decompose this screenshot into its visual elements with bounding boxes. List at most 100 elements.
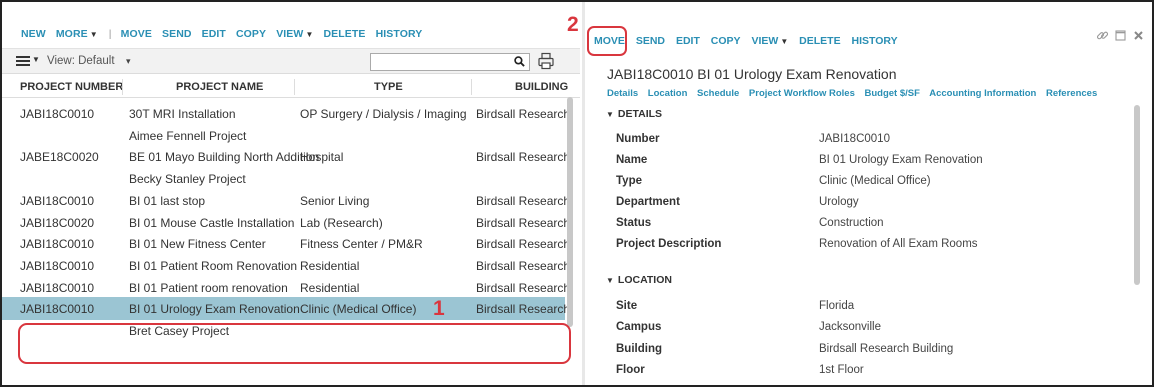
cell-building: Birdsall Research	[476, 258, 571, 273]
table-row[interactable]: Becky Stanley Project	[2, 167, 565, 190]
copy-button[interactable]: COPY	[711, 35, 741, 47]
table-row[interactable]: JABI18C0010 BI 01 Urology Exam Renovation…	[2, 297, 570, 321]
field-value: 1st Floor	[819, 363, 864, 376]
new-button[interactable]: NEW	[21, 28, 46, 40]
field-value: BI 01 Urology Exam Renovation	[819, 154, 983, 166]
move-button[interactable]: MOVE	[121, 28, 152, 40]
cell-building: Birdsall Research	[476, 150, 571, 165]
list-toolbar: NEW MORE ▼ | MOVE SEND EDIT COPY VIEW ▼ DE…	[21, 28, 429, 40]
copy-button[interactable]: COPY	[236, 28, 266, 40]
delete-button[interactable]: DELETE	[324, 28, 366, 40]
toolbar-divider: |	[108, 28, 112, 40]
cell-project-name: Becky Stanley Project	[129, 172, 246, 187]
detail-toolbar: MOVE SEND EDIT COPY VIEW ▼ DELETE HISTORY	[594, 35, 906, 47]
table-row[interactable]: JABI18C0010 30T MRI Installation OP Surger…	[2, 102, 570, 125]
field-label: Campus	[616, 321, 662, 334]
maximize-icon[interactable]	[1115, 30, 1126, 41]
tab-schedule[interactable]: Schedule	[697, 88, 739, 99]
send-button[interactable]: SEND	[162, 28, 192, 40]
details-section-header[interactable]: ▼ DETAILS	[606, 108, 662, 120]
close-icon[interactable]	[1133, 30, 1144, 41]
caret-down-icon: ▼	[305, 30, 314, 39]
tab-project-workflow-roles[interactable]: Project Workflow Roles	[749, 88, 855, 99]
tab-budget-per-sf[interactable]: Budget $/SF	[865, 88, 920, 99]
field-value: Florida	[819, 300, 855, 312]
callout-number-1: 1	[433, 297, 445, 320]
field-value: Urology	[819, 196, 859, 208]
edit-button[interactable]: EDIT	[202, 28, 226, 40]
tab-accounting-information[interactable]: Accounting Information	[929, 88, 1036, 99]
table-row[interactable]: JABE18C0020 BE 01 Mayo Building North Add…	[2, 145, 570, 168]
cell-type: Lab (Research)	[300, 215, 383, 230]
view-selector[interactable]: View: Default	[47, 55, 115, 67]
column-header-type[interactable]: TYPE	[374, 81, 403, 93]
cell-project-number: JABI18C0010	[20, 193, 95, 208]
column-divider	[471, 79, 472, 95]
search-input[interactable]	[370, 53, 530, 71]
hamburger-menu-icon[interactable]	[16, 56, 30, 67]
cell-type: Residential	[300, 280, 360, 295]
search-icon[interactable]	[514, 56, 525, 67]
collapse-triangle-icon: ▼	[606, 276, 614, 285]
history-button[interactable]: HISTORY	[376, 28, 423, 40]
column-header-building[interactable]: BUILDING	[515, 81, 568, 93]
field-value: Birdsall Research Building	[819, 342, 954, 355]
table-row[interactable]: JABI18C0010 BI 01 Patient Room Renovation…	[2, 254, 570, 277]
link-icon[interactable]	[1096, 29, 1109, 42]
table-row[interactable]: Aimee Fennell Project	[2, 124, 565, 147]
field-label: Floor	[616, 363, 645, 376]
printer-icon[interactable]	[537, 52, 555, 70]
cell-project-number: JABI18C0020	[20, 215, 95, 230]
field-label: Number	[616, 133, 660, 145]
collapse-triangle-icon: ▼	[606, 110, 614, 119]
field-value: JABI18C0010	[819, 133, 890, 145]
cell-project-name: BE 01 Mayo Building North Addition	[129, 150, 320, 165]
details-section-label: DETAILS	[617, 108, 663, 120]
edit-button[interactable]: EDIT	[676, 35, 700, 47]
column-header-project-name[interactable]: PROJECT NAME	[176, 81, 263, 93]
cell-building: Birdsall Research	[476, 193, 571, 208]
table-row[interactable]: JABI18C0010 BI 01 New Fitness Center Fitne…	[2, 232, 570, 255]
view-bar: ▼ View: Default ▾	[2, 48, 580, 74]
field-label: Project Description	[616, 238, 722, 250]
table-row[interactable]: JABI18C0010 BI 01 last stop Senior Living B…	[2, 189, 570, 212]
field-label: Name	[616, 154, 648, 166]
chevron-down-icon[interactable]: ▾	[126, 56, 131, 67]
cell-project-number: JABI18C0010	[20, 280, 95, 295]
caret-down-icon[interactable]: ▼	[32, 55, 40, 64]
field-value: Clinic (Medical Office)	[819, 175, 931, 187]
tab-location[interactable]: Location	[648, 88, 688, 99]
table-row[interactable]: JABI18C0020 BI 01 Mouse Castle Installati…	[2, 211, 570, 234]
cell-building: Birdsall Research	[476, 280, 571, 295]
location-section-header[interactable]: ▼ LOCATION	[606, 274, 672, 286]
cell-building: Birdsall Research	[476, 237, 571, 252]
send-button[interactable]: SEND	[636, 35, 665, 47]
more-label: MORE	[55, 28, 88, 40]
field-value: Renovation of All Exam Rooms	[819, 238, 978, 250]
tab-references[interactable]: References	[1046, 88, 1097, 99]
field-label: Site	[616, 300, 638, 312]
field-label: Type	[616, 175, 642, 187]
delete-button[interactable]: DELETE	[799, 35, 840, 47]
tab-details[interactable]: Details	[607, 88, 638, 99]
field-value: Jacksonville	[819, 321, 881, 334]
more-menu-button[interactable]: MORE ▼	[56, 28, 98, 40]
callout-highlight-move-button	[587, 26, 627, 56]
cell-project-number: JABE18C0020	[20, 150, 99, 165]
cell-building: Birdsall Research	[476, 302, 571, 317]
column-header-project-number[interactable]: PROJECT NUMBER	[20, 81, 123, 93]
project-detail-panel: MOVE SEND EDIT COPY VIEW ▼ DELETE HISTORY…	[586, 2, 1152, 385]
view-menu-button[interactable]: VIEW ▼	[276, 28, 313, 40]
cell-type: Fitness Center / PM&R	[300, 237, 423, 252]
cell-project-name: Aimee Fennell Project	[129, 128, 247, 143]
view-menu-button[interactable]: VIEW ▼	[751, 35, 788, 47]
cell-project-name: BI 01 Patient Room Renovation	[129, 258, 298, 273]
list-scrollbar[interactable]	[567, 97, 573, 327]
table-row[interactable]: JABI18C0010 BI 01 Patient room renovation…	[2, 276, 570, 299]
cell-project-number: JABI18C0010	[20, 107, 95, 121]
detail-tabs: Details Location Schedule Project Workfl…	[607, 88, 1104, 99]
cell-type: OP Surgery / Dialysis / Imaging	[300, 107, 467, 121]
panel-divider[interactable]	[582, 2, 585, 385]
history-button[interactable]: HISTORY	[852, 35, 898, 47]
detail-scrollbar[interactable]	[1134, 105, 1140, 285]
